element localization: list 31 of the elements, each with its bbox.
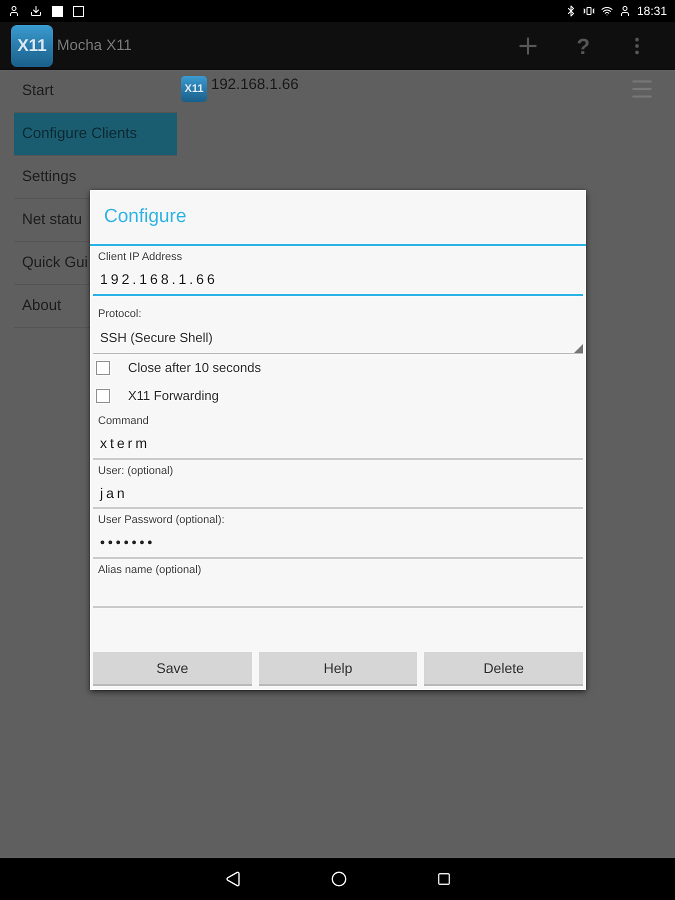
back-icon[interactable]	[224, 871, 240, 887]
dialog-button[interactable]: Delete	[424, 652, 584, 686]
field-label: User: (optional)	[97, 464, 174, 478]
checkbox-label: Close after 10 seconds	[128, 359, 261, 378]
dropdown-arrow-icon	[574, 344, 583, 353]
checkbox[interactable]	[96, 361, 110, 375]
vibrate-icon	[582, 5, 595, 17]
app-logo: X11	[11, 25, 53, 67]
protocol-dropdown[interactable]: SSH (Secure Shell)	[93, 328, 583, 354]
recent-apps-icon[interactable]	[436, 872, 450, 886]
app-title: Mocha X11	[57, 36, 132, 56]
field-label: Protocol:	[97, 306, 142, 322]
input-field[interactable]: jan	[93, 479, 583, 509]
dialog-button[interactable]: Save	[93, 652, 252, 686]
person-icon	[8, 5, 20, 17]
dialog-button[interactable]: Help	[258, 652, 418, 686]
dialog-title: Configure	[104, 204, 186, 229]
field-label: User Password (optional):	[97, 513, 226, 528]
input-field[interactable]: 192.168.1.66	[93, 266, 583, 296]
input-field[interactable]: •••••••	[93, 528, 583, 558]
checkbox-label: X11 Forwarding	[128, 387, 219, 406]
field-label: Client IP Address	[97, 250, 184, 265]
home-icon[interactable]	[330, 871, 346, 887]
field-label: Command	[97, 414, 150, 429]
download-icon	[30, 5, 42, 17]
field-label: Alias name (optional)	[97, 562, 202, 578]
checkbox[interactable]	[96, 389, 110, 403]
input-field[interactable]: xterm	[93, 430, 583, 460]
clock: 18:31	[636, 3, 667, 20]
person-icon	[618, 5, 631, 17]
app-logo: X11	[181, 76, 207, 102]
